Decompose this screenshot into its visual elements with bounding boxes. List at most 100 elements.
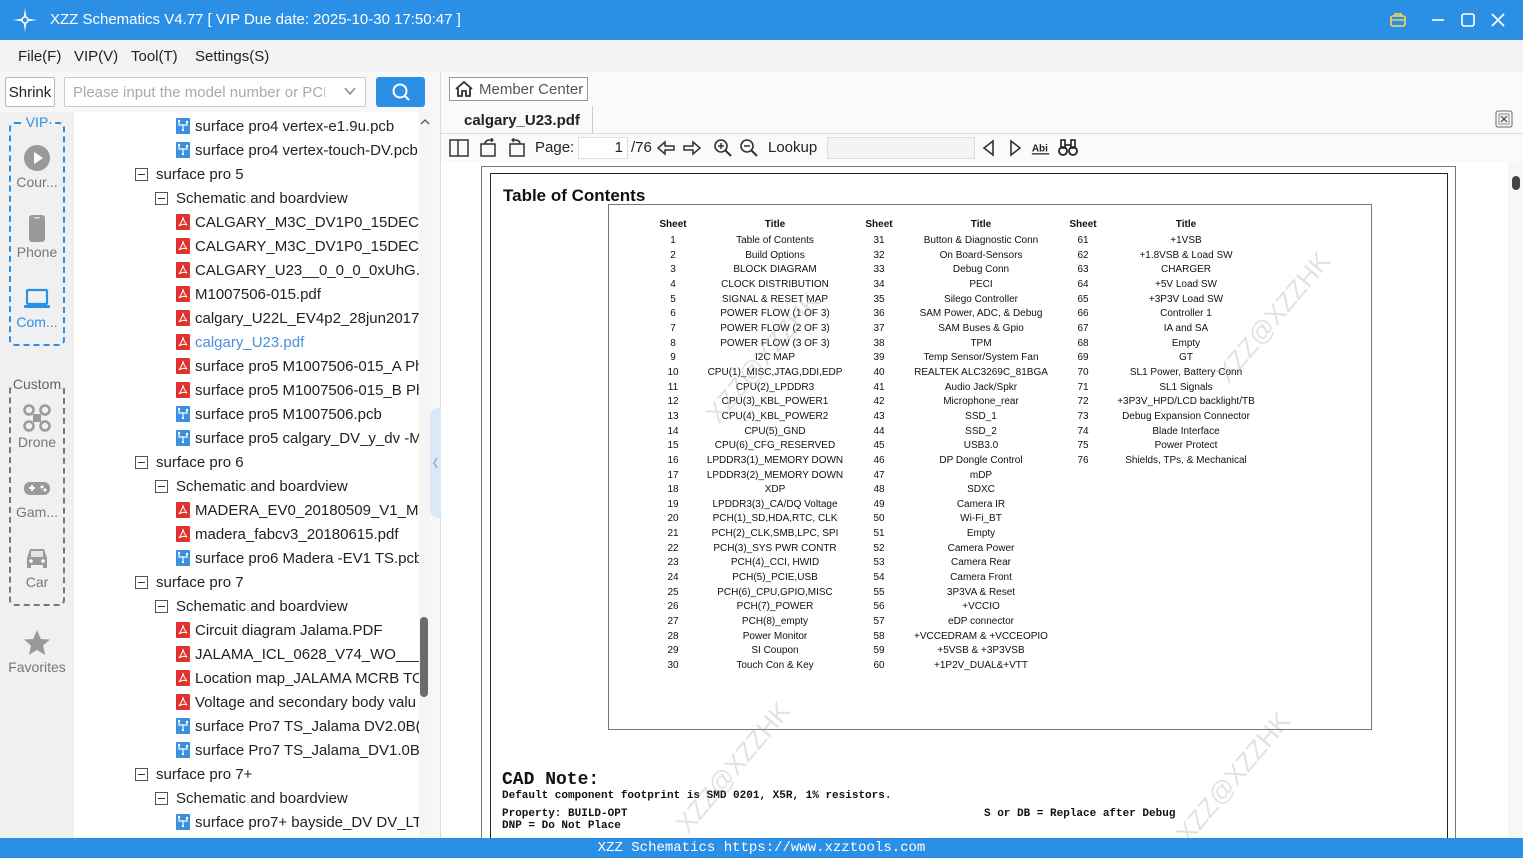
tree-file[interactable]: surface pro6 Madera -EV1 TS.pcb [176, 546, 419, 570]
tree-scrollbar-thumb[interactable] [420, 617, 428, 697]
toc-col3-titles: Title +1VSB +1.8VSB & Load SW CHARGER +5V Lo… [1097, 219, 1275, 469]
shrink-button[interactable]: Shrink [5, 77, 55, 107]
tree-file[interactable]: CALGARY_M3C_DV1P0_15DEC201 [176, 210, 419, 234]
tree-folder[interactable]: Schematic and boardview [155, 474, 348, 498]
toc-sheet-title: CPU(3)_KBL_POWER1 [721, 396, 829, 408]
collapse-toggle-icon[interactable] [155, 191, 168, 205]
tree-file[interactable]: CALGARY_U23__0_0_0_0xUhG.pdf [176, 258, 419, 282]
collapse-toggle-icon[interactable] [135, 767, 148, 781]
menu-tool[interactable]: Tool(T) [131, 48, 178, 65]
chevron-left-icon [433, 457, 438, 469]
prev-page-icon[interactable] [656, 138, 676, 158]
tree-file[interactable]: calgary_U22L_EV4p2_28jun2017_0 [176, 306, 419, 330]
app-logo-icon [13, 8, 37, 32]
collapse-toggle-icon[interactable] [135, 167, 148, 181]
tree-file[interactable]: surface pro7+ bayside_DV DV_LTE [176, 810, 419, 834]
toggle-sidebar-icon[interactable] [449, 138, 469, 158]
minimize-icon[interactable] [1426, 8, 1450, 32]
sidebar-item-car[interactable]: Car [0, 544, 74, 590]
collapse-toggle-icon[interactable] [155, 599, 168, 613]
tree-folder[interactable]: Schematic and boardview [155, 594, 348, 618]
toc-sheet-title: USB3.0 [963, 440, 999, 452]
tree-folder[interactable]: surface pro 6 [135, 450, 244, 474]
collapse-toggle-icon[interactable] [155, 791, 168, 805]
lookup-input[interactable] [827, 137, 975, 159]
pdf-scrollbar[interactable] [1508, 162, 1523, 838]
sidebar-item-drone[interactable]: Drone [0, 404, 74, 450]
next-page-icon[interactable] [682, 138, 702, 158]
search-button[interactable] [376, 77, 425, 107]
find-previous-icon[interactable] [979, 138, 999, 158]
rotate-right-icon[interactable] [506, 138, 526, 158]
collapse-toggle-icon[interactable] [135, 575, 148, 589]
sidebar-item-phone[interactable]: Phone [0, 214, 74, 260]
tree-file[interactable]: surface Pro7 TS_Jalama_DV1.0B(P [176, 738, 419, 762]
tree-item-label: calgary_U22L_EV4p2_28jun2017_0 [195, 309, 419, 327]
scroll-up-icon[interactable] [419, 116, 431, 128]
zoom-in-icon[interactable] [713, 138, 733, 158]
toc-sheet-title: TPM [970, 337, 992, 349]
tree-file[interactable]: calgary_U23.pdf [176, 330, 304, 354]
sidebar-item-game[interactable]: Gam... [0, 474, 74, 520]
zoom-out-icon[interactable] [739, 138, 759, 158]
toc-sheet-title: REALTEK ALC3269C_81BGA [914, 366, 1048, 378]
toc-sheet-title: 3P3VA & Reset [946, 586, 1016, 598]
tree-item-label: surface pro5 M1007506.pcb [195, 405, 382, 423]
match-case-icon[interactable]: Abi [1031, 138, 1051, 158]
rotate-left-icon[interactable] [479, 138, 499, 158]
toc-header: Title [1175, 219, 1197, 230]
tree-file[interactable]: madera_fabcv3_20180615.pdf [176, 522, 399, 546]
tree-file[interactable]: surface pro5 calgary_DV_y_dv -M [176, 426, 419, 450]
menu-vip[interactable]: VIP(V) [74, 48, 118, 65]
sidebar-item-favorites[interactable]: Favorites [0, 629, 74, 675]
sidebar-item-computer[interactable]: Com... [0, 284, 74, 330]
tree-file[interactable]: surface pro5 M1007506-015_B Ph [176, 378, 419, 402]
pdf-scrollbar-thumb[interactable] [1512, 176, 1520, 190]
page-number-input[interactable]: 1 [578, 137, 628, 159]
tree-file[interactable]: Circuit diagram Jalama.PDF [176, 618, 383, 642]
toc-sheet-title: +VCCEDRAM & +VCCEOPIO [914, 630, 1048, 642]
sidebar-item-courses[interactable]: Cour... [0, 144, 74, 190]
maximize-icon[interactable] [1456, 8, 1480, 32]
tree-folder[interactable]: surface pro 7+ [135, 762, 252, 786]
pcb-file-icon [176, 550, 190, 566]
model-search-input[interactable] [65, 78, 325, 106]
tab-calgary-u23[interactable]: calgary_U23.pdf [451, 106, 593, 134]
drone-icon [23, 404, 51, 432]
close-tab-icon[interactable] [1495, 110, 1513, 128]
tree-folder[interactable]: Schematic and boardview [155, 186, 348, 210]
vip-badge-icon[interactable] [1386, 8, 1410, 32]
pdf-file-icon [176, 358, 190, 374]
tree-folder[interactable]: surface pro 5 [135, 162, 244, 186]
tree-file[interactable]: Voltage and secondary body valu [176, 690, 416, 714]
file-tree: surface pro4 vertex-e1.9u.pcb surface pro… [74, 112, 419, 838]
binoculars-icon[interactable] [1058, 138, 1078, 158]
find-next-icon[interactable] [1005, 138, 1025, 158]
tree-file[interactable]: MADERA_EV0_20180509_V1_MDF [176, 498, 419, 522]
menu-bar: File(F) VIP(V) Tool(T) Settings(S) [0, 40, 1523, 72]
tree-file[interactable]: JALAMA_ICL_0628_V74_WO___0_0 [176, 642, 419, 666]
collapse-panel-handle[interactable] [430, 408, 441, 518]
toc-header: Title [764, 219, 786, 230]
tree-file[interactable]: surface pro5 M1007506.pcb [176, 402, 382, 426]
collapse-toggle-icon[interactable] [155, 479, 168, 493]
chevron-down-icon[interactable] [343, 84, 357, 98]
search-icon [392, 83, 410, 101]
menu-file[interactable]: File(F) [18, 48, 61, 65]
close-icon[interactable] [1486, 8, 1510, 32]
collapse-toggle-icon[interactable] [135, 455, 148, 469]
member-center-button[interactable]: Member Center [449, 77, 588, 101]
tree-item-label: madera_fabcv3_20180615.pdf [195, 525, 399, 543]
tree-file[interactable]: Location map_JALAMA MCRB TO [176, 666, 419, 690]
tree-folder[interactable]: surface pro 7 [135, 570, 244, 594]
tree-folder[interactable]: Schematic and boardview [155, 786, 348, 810]
pdf-canvas[interactable]: Table of Contents Sheet 1 2 3 4 5 6 7 8 9 10 11 12 13… [441, 162, 1523, 838]
tree-file[interactable]: surface Pro7 TS_Jalama DV2.0B(M [176, 714, 419, 738]
tree-file[interactable]: CALGARY_M3C_DV1P0_15DEC201 [176, 234, 419, 258]
tree-file[interactable]: surface pro5 M1007506-015_A Ph [176, 354, 419, 378]
tree-file[interactable]: surface pro4 vertex-e1.9u.pcb [176, 114, 394, 138]
tree-file[interactable]: surface pro4 vertex-touch-DV.pcb [176, 138, 418, 162]
tree-file[interactable]: M1007506-015.pdf [176, 282, 321, 306]
menu-settings[interactable]: Settings(S) [195, 48, 269, 65]
toc-sheet-title: +3P3V Load SW [1148, 293, 1224, 305]
